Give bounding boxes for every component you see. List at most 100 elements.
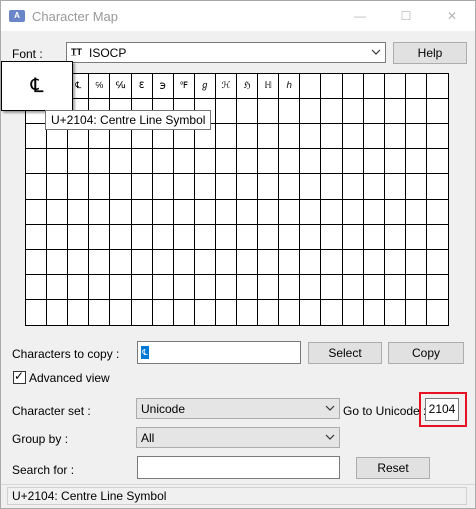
character-cell[interactable] bbox=[384, 199, 406, 225]
character-cell[interactable] bbox=[343, 299, 364, 325]
character-cell[interactable] bbox=[237, 124, 259, 150]
character-cell[interactable] bbox=[279, 174, 301, 200]
character-cell[interactable] bbox=[426, 225, 448, 250]
maximize-button[interactable]: ☐ bbox=[383, 1, 429, 31]
character-cell[interactable] bbox=[68, 224, 90, 250]
character-cell[interactable] bbox=[342, 274, 364, 300]
character-cell[interactable] bbox=[215, 124, 237, 150]
character-cell[interactable] bbox=[215, 174, 237, 200]
character-cell[interactable] bbox=[321, 124, 343, 150]
character-cell[interactable] bbox=[215, 224, 237, 250]
character-cell[interactable] bbox=[300, 299, 322, 325]
character-cell[interactable] bbox=[173, 174, 195, 200]
character-cell[interactable] bbox=[110, 174, 132, 200]
character-cell[interactable] bbox=[300, 199, 322, 225]
character-cell[interactable] bbox=[279, 99, 301, 125]
character-cell[interactable] bbox=[68, 174, 90, 200]
character-cell[interactable] bbox=[321, 224, 343, 250]
character-cell[interactable] bbox=[258, 99, 280, 125]
character-cell[interactable] bbox=[215, 99, 237, 125]
character-cell[interactable] bbox=[426, 99, 448, 125]
character-cell[interactable] bbox=[363, 74, 385, 100]
character-cell[interactable] bbox=[405, 149, 427, 175]
character-cell[interactable] bbox=[300, 224, 322, 250]
character-cell[interactable]: ℇ bbox=[131, 74, 153, 100]
character-cell[interactable] bbox=[426, 275, 448, 300]
character-cell[interactable] bbox=[194, 199, 216, 225]
character-cell[interactable] bbox=[216, 299, 237, 325]
character-cell[interactable] bbox=[174, 299, 195, 325]
character-cell[interactable] bbox=[47, 274, 69, 300]
character-cell[interactable] bbox=[321, 174, 343, 200]
character-cell[interactable] bbox=[26, 249, 48, 275]
character-cell[interactable] bbox=[279, 274, 301, 300]
character-cell[interactable] bbox=[321, 74, 343, 100]
character-cell[interactable] bbox=[89, 199, 111, 225]
character-cell[interactable] bbox=[426, 74, 448, 100]
character-cell[interactable] bbox=[342, 149, 364, 175]
character-cell[interactable] bbox=[363, 99, 385, 125]
character-cell[interactable]: ℌ bbox=[237, 74, 259, 100]
character-cell[interactable] bbox=[89, 274, 111, 300]
character-cell[interactable] bbox=[363, 174, 385, 200]
character-cell[interactable] bbox=[89, 224, 111, 250]
character-cell[interactable] bbox=[426, 149, 448, 175]
character-cell[interactable] bbox=[89, 299, 111, 325]
character-cell[interactable] bbox=[47, 149, 69, 175]
character-cell[interactable] bbox=[173, 249, 195, 275]
character-cell[interactable] bbox=[195, 299, 216, 325]
character-cell[interactable] bbox=[300, 74, 322, 100]
character-cell[interactable] bbox=[131, 149, 153, 175]
character-cell[interactable] bbox=[110, 249, 132, 275]
copy-button[interactable]: Copy bbox=[388, 342, 464, 364]
character-cell[interactable] bbox=[426, 174, 448, 200]
character-cell[interactable]: ℅ bbox=[89, 74, 111, 100]
character-cell[interactable] bbox=[258, 249, 280, 275]
character-cell[interactable] bbox=[194, 224, 216, 250]
character-cell[interactable] bbox=[321, 249, 343, 275]
character-cell[interactable]: ℋ bbox=[215, 74, 237, 100]
character-cell[interactable] bbox=[237, 249, 259, 275]
character-cell[interactable] bbox=[258, 299, 280, 325]
character-cell[interactable] bbox=[279, 224, 301, 250]
character-cell[interactable] bbox=[131, 224, 153, 250]
character-cell[interactable] bbox=[194, 249, 216, 275]
character-cell[interactable] bbox=[237, 149, 259, 175]
select-button[interactable]: Select bbox=[308, 342, 382, 364]
character-cell[interactable] bbox=[237, 174, 259, 200]
character-cell[interactable] bbox=[215, 249, 237, 275]
character-cell[interactable] bbox=[426, 200, 448, 225]
character-cell[interactable] bbox=[47, 224, 69, 250]
character-cell[interactable] bbox=[342, 174, 364, 200]
character-cell[interactable] bbox=[152, 174, 174, 200]
character-cell[interactable] bbox=[47, 199, 69, 225]
character-cell[interactable] bbox=[215, 199, 237, 225]
character-cell[interactable] bbox=[405, 199, 427, 225]
character-cell[interactable] bbox=[405, 174, 427, 200]
character-cell[interactable] bbox=[153, 299, 174, 325]
character-cell[interactable] bbox=[173, 199, 195, 225]
character-cell[interactable] bbox=[426, 124, 448, 150]
character-cell[interactable] bbox=[384, 99, 406, 125]
character-cell[interactable] bbox=[321, 149, 343, 175]
character-cell[interactable] bbox=[321, 99, 343, 125]
character-cell[interactable] bbox=[26, 174, 48, 200]
character-cell[interactable] bbox=[26, 274, 48, 300]
character-cell[interactable] bbox=[321, 274, 343, 300]
character-cell[interactable] bbox=[300, 149, 322, 175]
title-bar[interactable]: A Character Map — ☐ ✕ bbox=[1, 1, 475, 31]
character-cell[interactable] bbox=[26, 124, 48, 150]
advanced-view-checkbox[interactable]: ✓ bbox=[13, 369, 26, 384]
character-cell[interactable]: ℍ bbox=[258, 74, 280, 100]
character-cell[interactable] bbox=[258, 224, 280, 250]
character-cell[interactable] bbox=[110, 149, 132, 175]
character-cell[interactable] bbox=[110, 274, 132, 300]
character-cell[interactable] bbox=[405, 274, 427, 300]
character-cell[interactable] bbox=[258, 174, 280, 200]
character-cell[interactable]: ℈ bbox=[152, 74, 174, 100]
character-cell[interactable] bbox=[279, 124, 301, 150]
character-cell[interactable] bbox=[89, 149, 111, 175]
character-cell[interactable] bbox=[279, 199, 301, 225]
character-cell[interactable] bbox=[405, 224, 427, 250]
close-button[interactable]: ✕ bbox=[429, 1, 475, 31]
